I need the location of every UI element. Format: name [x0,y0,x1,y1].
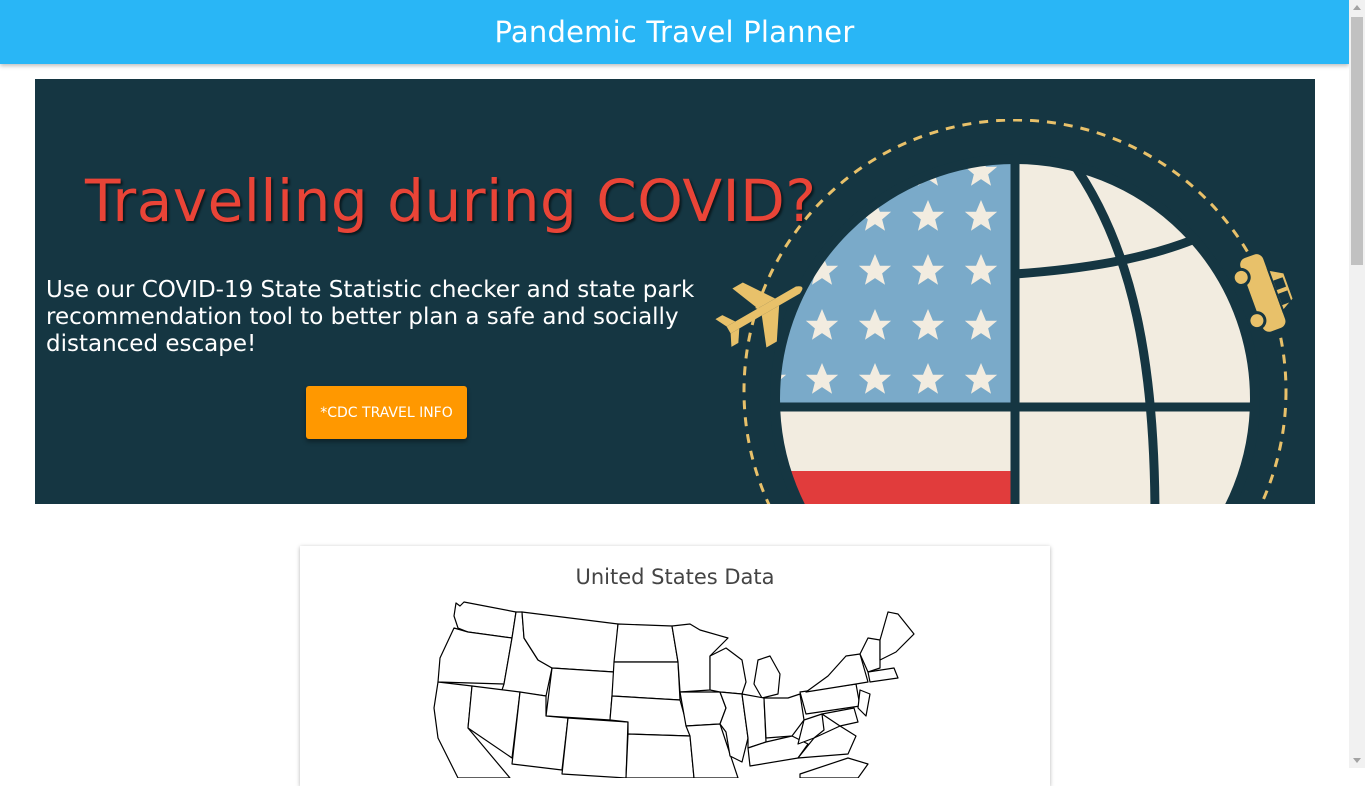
scroll-up-arrow-icon[interactable] [1353,5,1361,10]
state-maine[interactable] [879,611,915,661]
scroll-thumb[interactable] [1351,17,1363,265]
state-wyoming[interactable] [545,667,615,721]
state-michigan[interactable] [753,655,781,699]
state-south-dakota[interactable] [611,661,681,701]
hero-description: Use our COVID-19 State Statistic checker… [46,277,695,357]
united-states-data-card: United States Data [300,546,1050,786]
state-wisconsin[interactable] [709,647,747,695]
cdc-travel-info-button[interactable]: *CDC TRAVEL INFO [306,386,467,439]
state-kansas[interactable] [625,733,695,778]
state-iowa[interactable] [679,691,727,727]
app-title: Pandemic Travel Planner [494,15,855,49]
map-card-title: United States Data [575,565,775,590]
state-ohio[interactable] [763,693,805,739]
page-scrollbar[interactable] [1349,0,1365,768]
state-north-carolina[interactable] [799,757,869,778]
state-colorado[interactable] [561,717,629,778]
state-north-dakota[interactable] [613,623,679,663]
hero-banner: Travelling during COVID? Use our COVID-1… [35,79,1315,504]
state-new-york[interactable] [805,653,869,693]
state-oregon[interactable] [437,627,513,685]
hero-heading: Travelling during COVID? [85,167,817,235]
us-map[interactable] [428,598,928,778]
state-new-jersey[interactable] [857,689,871,717]
app-header: Pandemic Travel Planner [0,0,1349,64]
scroll-down-arrow-icon[interactable] [1353,758,1361,763]
